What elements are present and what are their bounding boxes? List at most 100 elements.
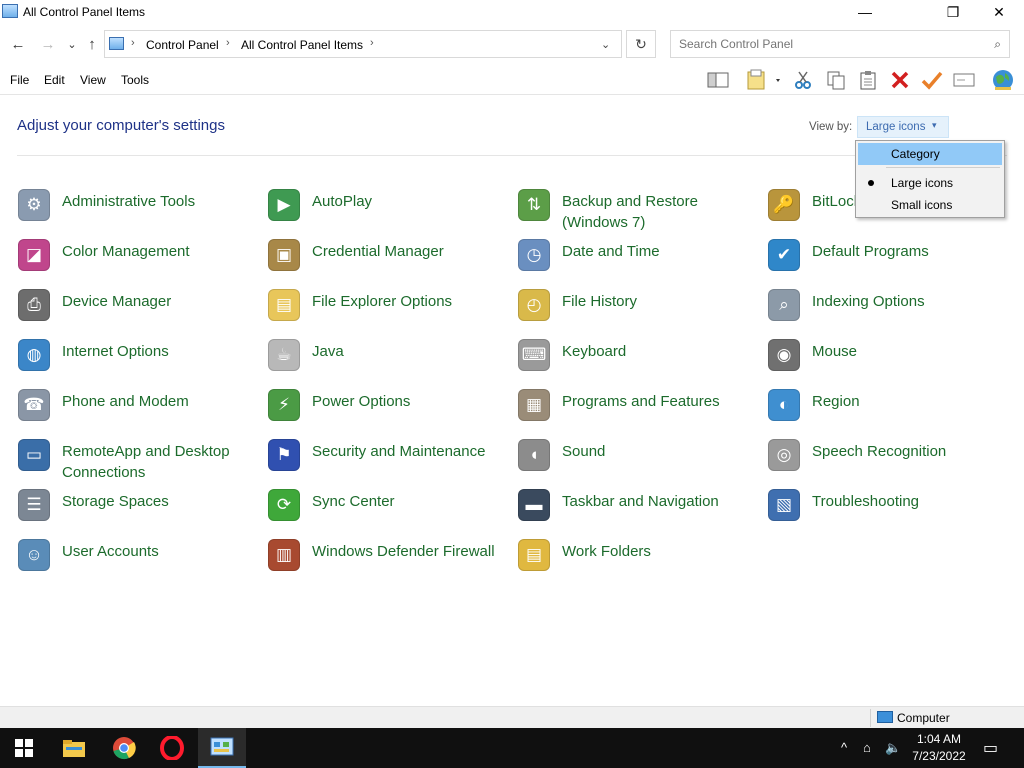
item-label: Default Programs	[812, 243, 929, 260]
delete-icon[interactable]	[888, 68, 912, 92]
minimize-button[interactable]: —	[842, 0, 888, 24]
item-default-programs[interactable]: ✔ Default Programs	[768, 239, 1013, 283]
item-troubleshooting[interactable]: ▧ Troubleshooting	[768, 489, 1013, 533]
menu-edit[interactable]: Edit	[44, 73, 65, 87]
item-security-and-maintenance[interactable]: ⚑ Security and Maintenance	[268, 439, 513, 483]
chevron-down-icon: ▾	[932, 120, 937, 130]
item-device-manager[interactable]: ⎙ Device Manager	[18, 289, 263, 333]
copy-icon[interactable]	[824, 68, 848, 92]
opera-icon[interactable]	[148, 728, 196, 768]
search-box[interactable]: ⌕	[670, 30, 1010, 58]
work-folders-icon: ▤	[518, 539, 550, 571]
address-bar[interactable]: › Control Panel › All Control Panel Item…	[104, 30, 622, 58]
item-region[interactable]: ◐ Region	[768, 389, 1013, 433]
rename-icon[interactable]	[952, 68, 976, 92]
recent-locations-button[interactable]: ⌄	[62, 34, 82, 54]
item-power-options[interactable]: ⚡ Power Options	[268, 389, 513, 433]
troubleshooting-icon: ▧	[768, 489, 800, 521]
item-user-accounts[interactable]: ☺ User Accounts	[18, 539, 263, 583]
item-indexing-options[interactable]: ⌕ Indexing Options	[768, 289, 1013, 333]
backup-and-restore-windows-7-icon: ⇅	[518, 189, 550, 221]
control-panel-icon[interactable]	[198, 728, 246, 768]
breadcrumb-all-items[interactable]: All Control Panel Items	[241, 38, 363, 52]
item-credential-manager[interactable]: ▣ Credential Manager	[268, 239, 513, 283]
item-speech-recognition[interactable]: ◎ Speech Recognition	[768, 439, 1013, 483]
menu-view[interactable]: View	[80, 73, 106, 87]
address-dropdown-icon[interactable]: ⌄	[601, 38, 610, 51]
breadcrumb-separator[interactable]: ›	[370, 37, 374, 49]
clock-date: 7/23/2022	[912, 749, 966, 763]
cut-icon[interactable]	[791, 68, 815, 92]
item-programs-and-features[interactable]: ▦ Programs and Features	[518, 389, 763, 433]
credential-manager-icon: ▣	[268, 239, 300, 271]
menu-tools[interactable]: Tools	[121, 73, 149, 87]
volume-icon[interactable]: 🔈	[885, 740, 901, 756]
globe-icon[interactable]	[991, 68, 1015, 92]
title-bar[interactable]: All Control Panel Items — ❐ ✕	[0, 0, 1024, 24]
item-file-history[interactable]: ◴ File History	[518, 289, 763, 333]
item-date-and-time[interactable]: ◷ Date and Time	[518, 239, 763, 283]
item-label: Work Folders	[562, 543, 651, 560]
item-label: Credential Manager	[312, 243, 444, 260]
preview-pane-icon[interactable]	[706, 68, 730, 92]
forward-button[interactable]: →	[38, 34, 58, 54]
item-phone-and-modem[interactable]: ☎ Phone and Modem	[18, 389, 263, 433]
item-storage-spaces[interactable]: ☰ Storage Spaces	[18, 489, 263, 533]
item-sound[interactable]: ◖ Sound	[518, 439, 763, 483]
item-label: Sync Center	[312, 493, 395, 510]
view-by-dropdown[interactable]: Large icons ▾	[857, 116, 949, 138]
color-management-icon: ◪	[18, 239, 50, 271]
item-label: Java	[312, 343, 344, 360]
menu-file[interactable]: File	[10, 73, 29, 87]
view-option-category[interactable]: Category	[858, 143, 1002, 165]
item-work-folders[interactable]: ▤ Work Folders	[518, 539, 763, 583]
notifications-icon[interactable]: ▭	[983, 738, 998, 758]
item-internet-options[interactable]: ◍ Internet Options	[18, 339, 263, 383]
view-option-small-icons[interactable]: Small icons	[858, 194, 1002, 216]
breadcrumb-separator[interactable]: ›	[226, 37, 230, 49]
item-color-management[interactable]: ◪ Color Management	[18, 239, 263, 283]
back-button[interactable]: ←	[8, 34, 28, 54]
file-explorer-icon[interactable]	[50, 728, 98, 768]
status-divider	[870, 709, 871, 727]
maximize-button[interactable]: ❐	[930, 0, 976, 24]
item-label: Taskbar and Navigation	[562, 493, 719, 510]
region-icon: ◐	[768, 389, 800, 421]
item-backup-and-restore-windows-7[interactable]: ⇅ Backup and Restore (Windows 7)	[518, 189, 763, 233]
item-autoplay[interactable]: ▶ AutoPlay	[268, 189, 513, 233]
item-taskbar-and-navigation[interactable]: ▬ Taskbar and Navigation	[518, 489, 763, 533]
item-sync-center[interactable]: ⟳ Sync Center	[268, 489, 513, 533]
item-label: Windows Defender Firewall	[312, 543, 495, 560]
check-icon[interactable]	[920, 68, 944, 92]
item-java[interactable]: ☕ Java	[268, 339, 513, 383]
item-remoteapp-and-desktop-connections[interactable]: ▭ RemoteApp and Desktop Connections	[18, 439, 263, 483]
network-icon[interactable]: ⌂	[863, 740, 871, 755]
tray-overflow-icon[interactable]: ^	[841, 740, 847, 755]
item-label: Phone and Modem	[62, 393, 189, 410]
item-keyboard[interactable]: ⌨ Keyboard	[518, 339, 763, 383]
paste-icon[interactable]	[856, 68, 880, 92]
start-icon[interactable]	[0, 728, 48, 768]
item-administrative-tools[interactable]: ⚙ Administrative Tools	[18, 189, 263, 233]
search-input[interactable]	[677, 36, 981, 52]
status-location: Computer	[897, 711, 950, 725]
clock[interactable]: 1:04 AM 7/23/2022	[904, 731, 974, 765]
item-windows-defender-firewall[interactable]: ▥ Windows Defender Firewall	[268, 539, 513, 583]
up-button[interactable]: ↑	[82, 34, 102, 54]
chrome-icon[interactable]	[100, 728, 148, 768]
item-mouse[interactable]: ◉ Mouse	[768, 339, 1013, 383]
sound-icon: ◖	[518, 439, 550, 471]
bitlocker-drive-encryption-icon: 🔑	[768, 189, 800, 221]
refresh-button[interactable]: ↻	[626, 30, 656, 58]
item-label: AutoPlay	[312, 193, 373, 210]
item-label: Administrative Tools	[62, 193, 196, 210]
item-label: BitLocker Drive Encryption	[812, 193, 856, 210]
item-file-explorer-options[interactable]: ▤ File Explorer Options	[268, 289, 513, 333]
search-icon[interactable]: ⌕	[994, 37, 1001, 52]
breadcrumb-control-panel[interactable]: Control Panel	[146, 38, 219, 52]
properties-icon[interactable]	[744, 68, 784, 92]
breadcrumb-separator[interactable]: ›	[131, 37, 135, 49]
phone-and-modem-icon: ☎	[18, 389, 50, 421]
view-option-large-icons[interactable]: Large icons	[858, 172, 1002, 194]
close-button[interactable]: ✕	[976, 0, 1022, 24]
